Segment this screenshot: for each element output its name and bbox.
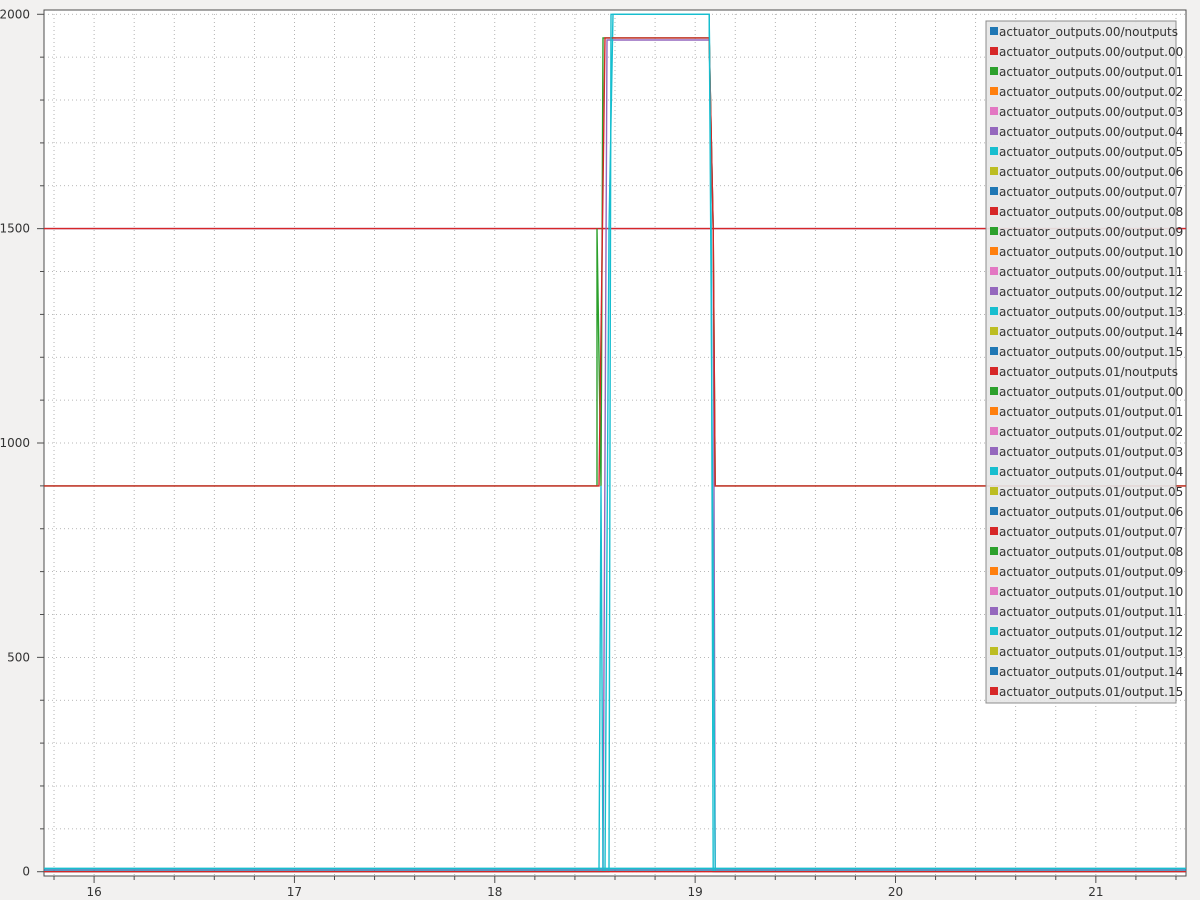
legend-entry-label: actuator_outputs.00/output.00 <box>999 45 1183 59</box>
legend-entry-label: actuator_outputs.01/output.07 <box>999 525 1183 539</box>
legend-swatch <box>990 527 998 535</box>
legend-entry-label: actuator_outputs.01/output.00 <box>999 385 1183 399</box>
legend-swatch <box>990 127 998 135</box>
line-chart: 16 17 18 19 20 21 0 500 1000 1500 2000 actuator_ou… <box>0 7 1187 899</box>
legend-entry-label: actuator_outputs.01/noutputs <box>999 365 1178 379</box>
legend-swatch <box>990 567 998 575</box>
x-tick-label: 16 <box>86 885 101 899</box>
legend-entry-label: actuator_outputs.00/output.02 <box>999 85 1183 99</box>
legend-swatch <box>990 367 998 375</box>
legend-entry-label: actuator_outputs.01/output.11 <box>999 605 1183 619</box>
legend-entry-label: actuator_outputs.00/output.06 <box>999 165 1183 179</box>
legend-swatch <box>990 687 998 695</box>
y-tick-label: 1000 <box>0 436 30 450</box>
legend-entry-label: actuator_outputs.01/output.15 <box>999 685 1183 699</box>
legend-swatch <box>990 227 998 235</box>
legend[interactable]: actuator_outputs.00/noutputs actuator_out… <box>985 20 1183 704</box>
legend-entry-label: actuator_outputs.01/output.04 <box>999 465 1183 479</box>
legend-swatch <box>990 87 998 95</box>
y-tick-label: 0 <box>22 865 30 879</box>
y-tick-label: 1500 <box>0 222 30 236</box>
legend-swatch <box>990 467 998 475</box>
legend-swatch <box>990 427 998 435</box>
legend-entry-label: actuator_outputs.01/output.06 <box>999 505 1183 519</box>
legend-entry-label: actuator_outputs.00/output.13 <box>999 305 1183 319</box>
legend-entry-label: actuator_outputs.00/output.07 <box>999 185 1183 199</box>
y-tick-label: 500 <box>7 650 30 664</box>
legend-swatch <box>990 147 998 155</box>
legend-entry-label: actuator_outputs.01/output.10 <box>999 585 1183 599</box>
legend-swatch <box>990 547 998 555</box>
legend-swatch <box>990 47 998 55</box>
legend-swatch <box>990 627 998 635</box>
legend-swatch <box>990 347 998 355</box>
legend-swatch <box>990 307 998 315</box>
legend-entry-label: actuator_outputs.01/output.05 <box>999 485 1183 499</box>
legend-entry-label: actuator_outputs.01/output.12 <box>999 625 1183 639</box>
x-tick-label: 20 <box>888 885 903 899</box>
legend-swatch <box>990 487 998 495</box>
legend-swatch <box>990 187 998 195</box>
legend-entry-label: actuator_outputs.00/output.01 <box>999 65 1183 79</box>
legend-entry-label: actuator_outputs.00/output.14 <box>999 325 1183 339</box>
x-tick-label: 19 <box>687 885 702 899</box>
legend-swatch <box>990 407 998 415</box>
legend-swatch <box>990 507 998 515</box>
legend-entry-label: actuator_outputs.01/output.14 <box>999 665 1183 679</box>
legend-entry-label: actuator_outputs.01/output.08 <box>999 545 1183 559</box>
legend-swatch <box>990 27 998 35</box>
legend-swatch <box>990 607 998 615</box>
legend-entry-label: actuator_outputs.00/output.05 <box>999 145 1183 159</box>
legend-entry-label: actuator_outputs.00/output.11 <box>999 265 1183 279</box>
legend-entry-label: actuator_outputs.00/output.09 <box>999 225 1183 239</box>
legend-swatch <box>990 167 998 175</box>
legend-swatch <box>990 207 998 215</box>
legend-swatch <box>990 387 998 395</box>
legend-entry-label: actuator_outputs.00/noutputs <box>999 25 1178 39</box>
legend-box <box>985 20 1177 704</box>
legend-swatch <box>990 107 998 115</box>
legend-entry-label: actuator_outputs.00/output.12 <box>999 285 1183 299</box>
legend-entry-label: actuator_outputs.00/output.08 <box>999 205 1183 219</box>
legend-entry-label: actuator_outputs.01/output.01 <box>999 405 1183 419</box>
legend-swatch <box>990 587 998 595</box>
legend-swatch <box>990 247 998 255</box>
legend-swatch <box>990 447 998 455</box>
legend-entry-label: actuator_outputs.00/output.03 <box>999 105 1183 119</box>
legend-entry-label: actuator_outputs.01/output.13 <box>999 645 1183 659</box>
y-tick-label: 2000 <box>0 7 30 21</box>
legend-swatch <box>990 287 998 295</box>
legend-swatch <box>990 67 998 75</box>
legend-entry-label: actuator_outputs.00/output.15 <box>999 345 1183 359</box>
legend-entry-label: actuator_outputs.01/output.03 <box>999 445 1183 459</box>
legend-entry-label: actuator_outputs.01/output.02 <box>999 425 1183 439</box>
legend-entry-label: actuator_outputs.00/output.10 <box>999 245 1183 259</box>
x-tick-label: 21 <box>1088 885 1103 899</box>
legend-swatch <box>990 647 998 655</box>
legend-entry-label: actuator_outputs.01/output.09 <box>999 565 1183 579</box>
legend-entry-label: actuator_outputs.00/output.04 <box>999 125 1183 139</box>
legend-swatch <box>990 667 998 675</box>
legend-swatch <box>990 267 998 275</box>
x-tick-label: 17 <box>287 885 302 899</box>
legend-swatch <box>990 327 998 335</box>
x-tick-label: 18 <box>487 885 502 899</box>
